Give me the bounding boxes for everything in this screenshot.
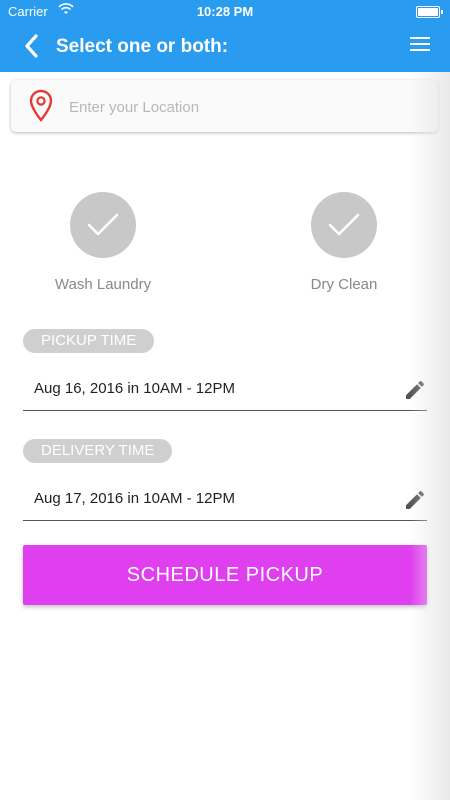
- menu-button[interactable]: [410, 34, 430, 58]
- edit-pencil-icon[interactable]: [403, 488, 427, 512]
- back-button[interactable]: [20, 32, 44, 60]
- checkmark-icon: [328, 213, 360, 236]
- status-bar: Carrier 10:28 PM: [0, 0, 450, 24]
- checkmark-icon: [87, 213, 119, 236]
- page-title: Select one or both:: [56, 36, 229, 57]
- battery-icon: [416, 6, 443, 18]
- hamburger-line: [410, 49, 430, 51]
- service-wash-laundry[interactable]: Wash Laundry: [23, 192, 183, 293]
- delivery-time-field[interactable]: Aug 17, 2016 in 10AM - 12PM: [23, 480, 427, 521]
- wash-laundry-toggle[interactable]: [70, 192, 136, 258]
- nav-bar: Select one or both:: [0, 24, 450, 72]
- chevron-left-icon: [25, 34, 38, 58]
- schedule-pickup-button[interactable]: SCHEDULE PICKUP: [23, 545, 427, 605]
- dry-clean-toggle[interactable]: [311, 192, 377, 258]
- app-header: Carrier 10:28 PM Select one or both:: [0, 0, 450, 72]
- map-pin-icon: [29, 89, 53, 122]
- dry-clean-label: Dry Clean: [310, 276, 378, 293]
- wash-laundry-label: Wash Laundry: [54, 276, 152, 293]
- delivery-time-label: DELIVERY TIME: [23, 439, 173, 463]
- location-search: [11, 80, 438, 132]
- hamburger-line: [410, 43, 430, 45]
- pickup-time-field[interactable]: Aug 16, 2016 in 10AM - 12PM: [23, 370, 427, 411]
- clock: 10:28 PM: [196, 4, 254, 19]
- service-dry-clean[interactable]: Dry Clean: [264, 192, 424, 293]
- edge-shadow: [410, 72, 450, 800]
- pickup-time-label: PICKUP TIME: [23, 329, 155, 353]
- edit-pencil-icon[interactable]: [403, 378, 427, 402]
- pickup-time-value: Aug 16, 2016 in 10AM - 12PM: [34, 380, 235, 397]
- hamburger-menu-icon: [410, 37, 430, 39]
- delivery-time-value: Aug 17, 2016 in 10AM - 12PM: [34, 490, 235, 507]
- location-input[interactable]: [67, 94, 421, 120]
